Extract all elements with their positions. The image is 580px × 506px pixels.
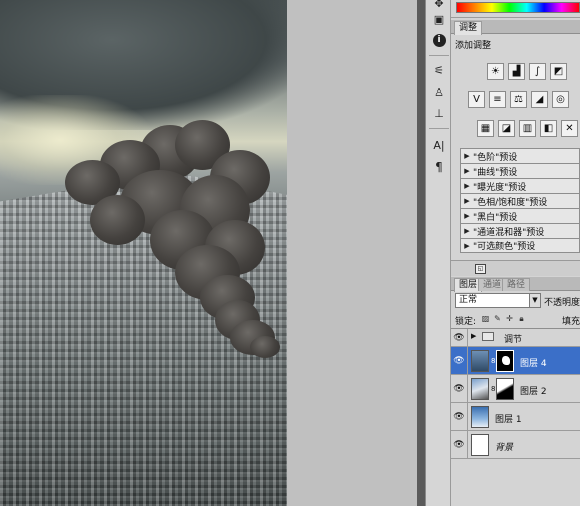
mask-link-icon: 8	[491, 385, 496, 393]
right-panels: 调整 添加调整 ☀ ▟ ∫ ◩ V ≡ ⚖ ◢ ◎ ▦ ◪ ▥ ◧ ✕ ▶ "色阶…	[451, 0, 580, 506]
posterize-icon[interactable]: ▥	[519, 120, 536, 137]
lock-row: 锁定: ▨ ✎ ✛ 🔒︎ 填充	[451, 311, 580, 327]
exposure-icon[interactable]: ◩	[550, 63, 567, 80]
layers-tabbar: 图层 通道 路径	[451, 277, 580, 292]
adjustments-tabbar: 调整	[451, 20, 580, 35]
color-spectrum[interactable]	[456, 2, 580, 13]
curves-icon[interactable]: ∫	[529, 63, 546, 80]
layer-row[interactable]: 👁︎ 图层 1	[451, 403, 580, 431]
adjustments-footer: ◱	[451, 260, 580, 276]
visibility-eye-icon[interactable]: 👁︎	[453, 439, 465, 451]
visibility-eye-icon[interactable]: 👁︎	[453, 332, 465, 344]
expand-triangle-icon: ▶	[464, 167, 470, 175]
black-white-icon[interactable]: ◢	[531, 91, 548, 108]
preset-list: ▶ "色阶"预设 ▶ "曲线"预设 ▶ "曝光度"预设 ▶ "色相/饱和度"预设 ▶ "黑…	[460, 148, 580, 253]
layer-row-group[interactable]: 👁︎ ▶ 调节	[451, 329, 580, 347]
preset-item[interactable]: ▶ "色阶"预设	[460, 148, 580, 163]
workspace-background	[287, 0, 417, 506]
preset-item[interactable]: ▶ "可选颜色"预设	[460, 238, 580, 253]
levels-icon[interactable]: ▟	[508, 63, 525, 80]
layers-list: 👁︎ ▶ 调节 👁︎ 8 图层 4 👁︎ 8 图层 2 👁︎ 图层 1 👁︎ 背…	[451, 328, 580, 506]
adjustments-heading: 添加调整	[455, 41, 492, 51]
visibility-eye-icon[interactable]: 👁︎	[453, 355, 465, 367]
info-icon[interactable]: i	[430, 31, 448, 49]
mask-link-icon: 8	[491, 357, 496, 365]
preset-item[interactable]: ▶ "通道混和器"预设	[460, 223, 580, 238]
layer-mask-thumbnail	[496, 378, 514, 400]
gradient-map-icon[interactable]: ✕	[561, 120, 578, 137]
tab-adjustments[interactable]: 调整	[454, 21, 483, 35]
blend-row: 正常 ▼ 不透明度	[451, 292, 580, 310]
color-panel	[451, 0, 580, 18]
layer-row[interactable]: 👁︎ 8 图层 2	[451, 375, 580, 403]
brushes-icon[interactable]: ⚟	[430, 61, 448, 79]
brightness-contrast-icon[interactable]: ☀	[487, 63, 504, 80]
character-icon[interactable]: A|	[430, 136, 448, 154]
folder-icon	[482, 332, 494, 341]
expand-triangle-icon: ▶	[464, 152, 470, 160]
expand-triangle-icon: ▶	[464, 197, 470, 205]
lock-all-icon[interactable]: 🔒︎	[517, 314, 526, 323]
tool-presets-icon[interactable]: ⊥	[430, 104, 448, 122]
opacity-label: 不透明度	[544, 298, 580, 308]
visibility-eye-icon[interactable]: 👁︎	[453, 411, 465, 423]
preset-item[interactable]: ▶ "曲线"预设	[460, 163, 580, 178]
layer-row-background[interactable]: 👁︎ 背景	[451, 431, 580, 459]
color-balance-icon[interactable]: ⚖	[510, 91, 527, 108]
panel-dock: ✥ ▣ i ⚟ ♙ ⊥ A| ¶	[425, 0, 451, 506]
vibrance-icon[interactable]: V	[468, 91, 485, 108]
threshold-icon[interactable]: ◧	[540, 120, 557, 137]
expand-triangle-icon: ▶	[464, 182, 470, 190]
clone-source-icon[interactable]: ♙	[430, 83, 448, 101]
paragraph-icon[interactable]: ¶	[430, 158, 448, 176]
expand-triangle-icon: ▶	[464, 241, 470, 250]
chevron-down-icon: ▼	[529, 294, 540, 307]
panel-divider[interactable]	[417, 0, 425, 506]
preset-item[interactable]: ▶ "色相/饱和度"预设	[460, 193, 580, 208]
blend-mode-select[interactable]: 正常 ▼	[455, 293, 541, 308]
preset-item[interactable]: ▶ "曝光度"预设	[460, 178, 580, 193]
document-canvas[interactable]	[0, 0, 287, 506]
fill-label: 填充	[562, 317, 580, 327]
hue-saturation-icon[interactable]: ≡	[489, 91, 506, 108]
preset-item[interactable]: ▶ "黑白"预设	[460, 208, 580, 223]
layer-thumbnail	[471, 406, 489, 428]
photo-filter-icon[interactable]: ◎	[552, 91, 569, 108]
lock-transparency-icon[interactable]: ▨	[481, 314, 490, 323]
clip-to-layer-icon[interactable]: ◱	[475, 264, 486, 274]
lock-label: 锁定:	[455, 317, 477, 327]
expand-triangle-icon: ▶	[464, 212, 470, 220]
layer-thumbnail	[471, 350, 489, 372]
tab-paths[interactable]: 路径	[502, 278, 531, 291]
invert-icon[interactable]: ◪	[498, 120, 515, 137]
layer-row-selected[interactable]: 👁︎ 8 图层 4	[451, 347, 580, 375]
lock-pixels-icon[interactable]: ✎	[493, 314, 502, 323]
visibility-eye-icon[interactable]: 👁︎	[453, 383, 465, 395]
navigator-icon[interactable]: ▣	[430, 10, 448, 28]
expand-triangle-icon[interactable]: ▶	[471, 332, 476, 340]
expand-triangle-icon: ▶	[464, 227, 470, 235]
channel-mixer-icon[interactable]: ▦	[477, 120, 494, 137]
layer-mask-thumbnail	[496, 350, 514, 372]
layer-thumbnail	[471, 434, 489, 456]
layer-thumbnail	[471, 378, 489, 400]
lock-position-icon[interactable]: ✛	[505, 314, 514, 323]
